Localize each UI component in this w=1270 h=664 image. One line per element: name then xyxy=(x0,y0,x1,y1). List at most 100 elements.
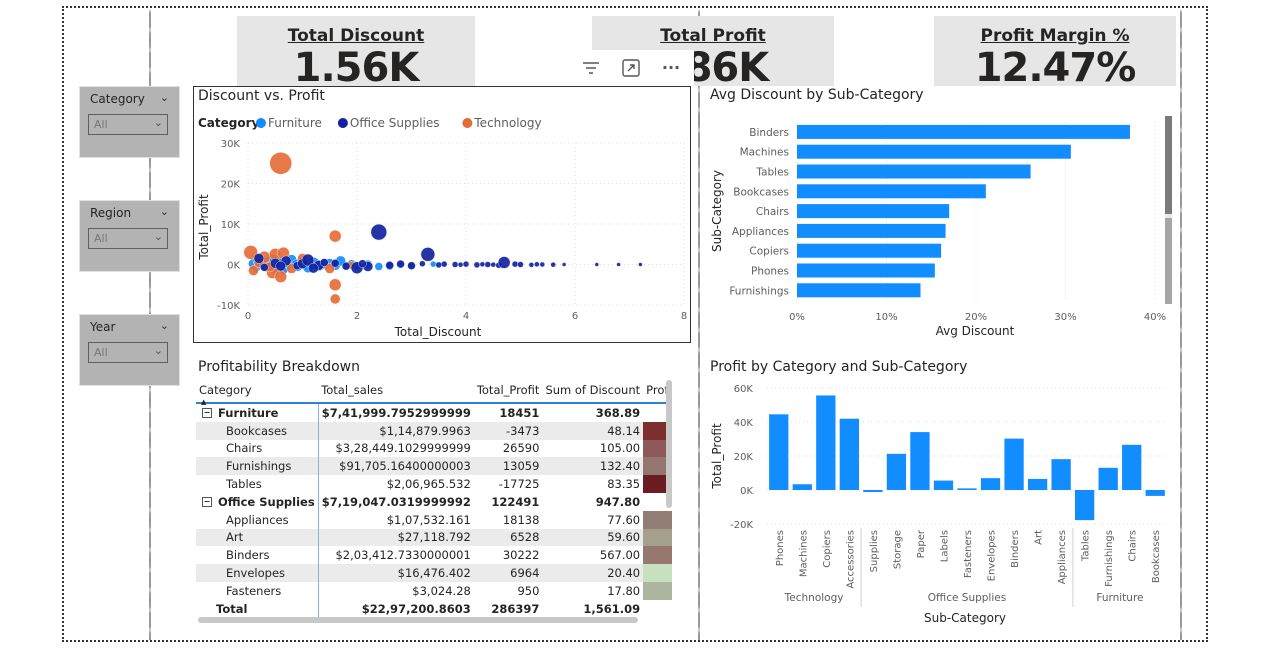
grid-dots xyxy=(70,288,190,290)
kpi-value: 1.56K xyxy=(293,45,420,86)
cell-category: Tables xyxy=(196,475,319,493)
category-label: Phones xyxy=(751,266,789,278)
column-header-sum-of-discount[interactable]: Sum of Discount xyxy=(542,378,644,404)
data-point xyxy=(517,261,524,268)
filter-icon[interactable] xyxy=(574,50,608,86)
matrix-group-row[interactable]: − Office Supplies $7,19,047.0319999992 1224… xyxy=(196,492,672,511)
legend[interactable]: Furniture Office Supplies Technology xyxy=(256,116,542,130)
slicer-region[interactable]: Region ⌄ All ⌄ xyxy=(79,200,180,272)
slicer-dropdown[interactable]: All ⌄ xyxy=(88,228,168,249)
matrix-group-row[interactable]: − Furniture $7,41,999.7952999999 18451 368.8… xyxy=(196,403,672,422)
category-label: Furnishings xyxy=(729,285,789,297)
y-tick-label: 30K xyxy=(221,139,241,150)
visual-header-toolbar: ··· xyxy=(572,50,694,86)
vertical-scrollbar[interactable] xyxy=(666,380,672,508)
table-row[interactable]: Envelopes$16,476.402696420.4042.2 xyxy=(196,564,672,582)
cell-total-sales: $3,024.28 xyxy=(412,583,471,598)
column-header-total-sales[interactable]: Total_sales xyxy=(318,378,474,404)
cell-profit-margin: 12.4 xyxy=(643,600,672,618)
x-tick-label: 4 xyxy=(463,311,469,322)
slicer-category[interactable]: Category ⌄ All ⌄ xyxy=(79,86,180,158)
y-tick-label: 20K xyxy=(221,180,241,191)
cell-sum-of-discount: 368.89 xyxy=(542,403,644,422)
bars xyxy=(797,124,1130,298)
table-row[interactable]: Appliances $1,07,532.161 18138 77.6016.8 xyxy=(196,510,672,529)
chevron-down-icon[interactable]: ⌄ xyxy=(160,91,169,104)
column-header-total-profit[interactable]: Total_Profit xyxy=(473,378,543,404)
table-row[interactable]: Fasteners $3,024.28 950 17.8031.4 xyxy=(196,581,672,600)
data-point xyxy=(253,253,265,264)
cell-category: − Furniture xyxy=(196,403,319,422)
collapse-icon[interactable]: − xyxy=(202,408,212,419)
table-row[interactable]: Bookcases$1,14,879.9963-347348.14-3.0 xyxy=(196,421,672,440)
slicer-title: Year xyxy=(90,320,116,334)
category-label: Machines xyxy=(740,147,789,159)
table-row[interactable]: Art$27,118.792652859.6024.0 xyxy=(196,528,672,547)
matrix-total-row[interactable]: Total $22,97,200.8603 286397 1,561.0912.4 xyxy=(196,599,672,618)
scrollbar-thumb[interactable] xyxy=(1165,116,1172,214)
x-axis-label: Sub-Category xyxy=(924,611,1006,625)
slicer-dropdown[interactable]: All ⌄ xyxy=(88,342,168,363)
data-point xyxy=(528,262,535,268)
slicer-title: Region xyxy=(90,206,132,220)
scrollbar-thumb-lower[interactable] xyxy=(1165,218,1172,304)
cell-total-profit: 13059 xyxy=(473,457,543,476)
bar xyxy=(933,480,954,490)
table-row[interactable]: Binders $2,03,412.7330000001 30222 567.0014… xyxy=(196,546,672,565)
data-point xyxy=(396,259,405,269)
data-point xyxy=(534,261,540,267)
collapse-icon[interactable]: − xyxy=(202,497,212,508)
cell-sum-of-discount: 567.00 xyxy=(599,548,641,563)
cell-total-sales: $2,03,412.7330000001 xyxy=(335,548,471,563)
y-axis-label: Sub-Category xyxy=(710,170,724,252)
cell-total-sales: $16,476.402 xyxy=(318,564,474,582)
column-header-category[interactable]: Category ▲ xyxy=(196,378,319,406)
grid-dots xyxy=(70,430,190,432)
category-label: Bookcases xyxy=(733,186,789,198)
profitability-matrix[interactable]: Category ▲ Total_sales Total_Profit Sum o… xyxy=(196,378,672,622)
data-point xyxy=(511,260,519,268)
cell-profit-margin: 24.0 xyxy=(643,528,672,547)
group-label: Technology xyxy=(784,592,844,604)
bar xyxy=(797,223,946,238)
kpi-card-profit-margin[interactable]: Profit Margin % 12.47% xyxy=(934,16,1176,86)
profit-by-category-chart: 60K 40K 20K 0K -20K Phones Machines Copiers Acce… xyxy=(710,384,1167,625)
focus-mode-icon[interactable] xyxy=(614,50,648,86)
more-options-icon[interactable]: ··· xyxy=(654,50,688,86)
table-row[interactable]: Chairs$3,28,449.102999999926590105.008.1 xyxy=(196,439,672,458)
kpi-value: 12.47% xyxy=(974,45,1137,86)
bar xyxy=(957,488,977,490)
data-point xyxy=(341,261,351,271)
scatter-visual[interactable]: Discount vs. Profit Category Furniture Of… xyxy=(193,86,691,343)
kpi-title: Total Discount xyxy=(287,26,425,46)
bar xyxy=(797,184,986,199)
data-point xyxy=(358,259,367,268)
group-label: Office Supplies xyxy=(928,592,1006,604)
kpi-card-total-discount[interactable]: Total Discount 1.56K xyxy=(237,16,475,86)
avg-discount-visual[interactable]: Avg Discount by Sub-Category 0% 10% 20% 30%… xyxy=(705,86,1178,343)
slicer-year[interactable]: Year ⌄ All ⌄ xyxy=(79,314,180,386)
cell-sum-of-discount: 17.80 xyxy=(607,583,641,598)
bar xyxy=(1051,459,1071,490)
chevron-down-icon[interactable]: ⌄ xyxy=(160,205,169,218)
profit-by-category-visual[interactable]: Profit by Category and Sub-Category 60K 4… xyxy=(705,352,1178,630)
data-point xyxy=(274,270,287,283)
table-row[interactable]: Furnishings $91,705.16400000003 13059 132.4… xyxy=(196,457,672,476)
legend-marker xyxy=(256,118,266,128)
x-tick-label: 30% xyxy=(1054,312,1076,323)
data-point xyxy=(260,263,269,272)
cell-total-sales: $22,97,200.8603 xyxy=(361,601,471,616)
y-tick-label: 10K xyxy=(221,220,241,231)
cell-total-sales: $7,41,999.7952999999 xyxy=(318,403,474,422)
table-row[interactable]: Tables$2,06,965.532-1772583.35-8.5 xyxy=(196,475,672,493)
cell-sum-of-discount: 83.35 xyxy=(607,477,641,492)
category-label: Paper xyxy=(916,529,927,558)
category-label: Bookcases xyxy=(1151,530,1162,583)
chevron-down-icon[interactable]: ⌄ xyxy=(160,319,169,332)
slicer-value: All xyxy=(94,118,108,131)
scatter-chart: Category Furniture Office Supplies Technol… xyxy=(197,116,687,339)
horizontal-scrollbar[interactable] xyxy=(198,617,638,623)
slicer-dropdown[interactable]: All ⌄ xyxy=(88,114,168,135)
data-point xyxy=(385,261,394,270)
avg-discount-chart: 0% 10% 20% 30% 40% Binders Machines Tables Bookc… xyxy=(710,116,1172,338)
